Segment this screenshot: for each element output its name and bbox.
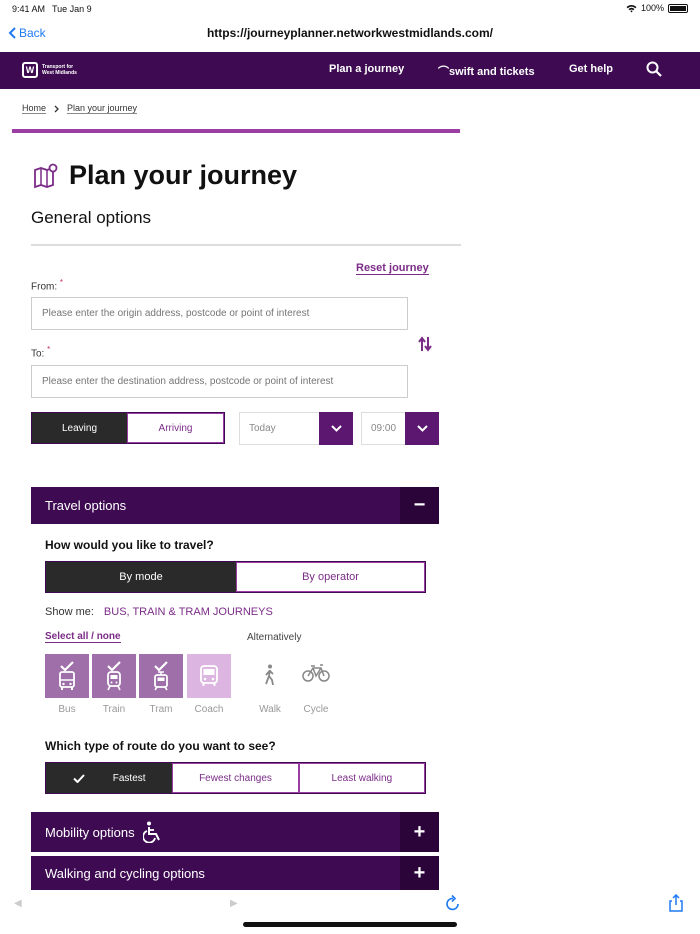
nav-swift-tickets[interactable]: ⌒swift and tickets [438,63,535,79]
bus-icon [59,671,75,690]
browser-forward-icon[interactable]: ▶ [230,898,238,909]
expand-icon[interactable]: + [400,856,439,890]
status-bar: 9:41 AM Tue Jan 9 100% [0,0,700,18]
chevron-right-icon [54,105,59,112]
mode-label-train: Train [102,704,126,715]
leaving-option[interactable]: Leaving [32,413,127,443]
mode-label-tram: Tram [149,704,173,715]
map-pin-icon [34,163,58,188]
show-me-row: Show me: BUS, TRAIN & TRAM JOURNEYS [45,606,273,618]
breadcrumb-current[interactable]: Plan your journey [67,103,138,114]
alternatively-label: Alternatively [247,632,302,643]
home-indicator [243,922,457,927]
logo[interactable]: W Transport for West Midlands [22,62,77,78]
wheelchair-icon [142,821,160,843]
browser-back-icon[interactable]: ◀ [14,898,22,909]
reload-icon[interactable] [445,894,461,912]
mode-tile-train[interactable] [92,654,136,698]
reset-journey-link[interactable]: Reset journey [356,262,429,275]
destination-input[interactable] [31,365,408,398]
mode-operator-toggle: By mode By operator [45,561,426,593]
time-select[interactable]: 09:00 [361,412,439,445]
nav-plan-journey[interactable]: Plan a journey [329,63,404,75]
status-right: 100% [626,3,688,13]
chevron-down-icon [405,412,439,445]
tram-icon [154,671,168,691]
by-operator-option[interactable]: By operator [236,562,425,592]
to-label: To: * [31,345,51,360]
day-value: Today [249,423,276,434]
bicycle-icon [302,664,330,682]
battery-percent: 100% [640,3,664,13]
coach-icon [200,665,218,686]
top-nav: W Transport for West Midlands Plan a jou… [0,52,700,89]
arriving-option[interactable]: Arriving [127,413,224,443]
page-header: Plan your journey [33,160,297,191]
mobility-options-title: Mobility options [31,821,400,843]
route-fewest-changes[interactable]: Fewest changes [172,763,299,793]
walking-cycling-options-title: Walking and cycling options [45,865,205,881]
cycle-option[interactable] [301,664,331,688]
walking-cycling-options-header[interactable]: Walking and cycling options + [31,856,439,890]
route-question: Which type of route do you want to see? [45,739,276,753]
mode-tile-bus[interactable] [45,654,89,698]
mode-label-bus: Bus [58,704,76,715]
section-divider [31,244,461,246]
alt-label-cycle: Cycle [303,704,329,715]
divider [12,129,460,133]
nav-get-help[interactable]: Get help [569,63,613,75]
alt-label-walk: Walk [259,704,281,715]
checkmark-icon [60,661,74,671]
checkmark-icon [107,661,121,671]
breadcrumb: Home Plan your journey [22,103,138,114]
from-label: From: * [31,278,64,293]
day-select[interactable]: Today [239,412,353,445]
logo-mark-icon: W [22,62,38,78]
route-fastest[interactable]: Fastest [46,763,173,793]
breadcrumb-home[interactable]: Home [22,103,47,114]
show-me-label: Show me: [45,606,94,618]
checkmark-icon [154,661,168,671]
battery-icon [668,3,688,13]
mobility-options-header[interactable]: Mobility options + [31,812,439,852]
page-title: Plan your journey [69,160,298,190]
leaving-arriving-toggle: Leaving Arriving [31,412,225,444]
status-date: Tue Jan 9 [52,4,92,14]
walk-option[interactable] [255,664,285,688]
route-type-toggle: Fastest Fewest changes Least walking [45,762,426,794]
train-icon [107,671,121,691]
travel-question: How would you like to travel? [45,538,214,552]
mode-tile-tram[interactable] [139,654,183,698]
wifi-icon [626,4,637,12]
walk-icon [265,664,274,686]
time-value: 09:00 [371,423,397,434]
browser-bar: Back https://journeyplanner.networkwestm… [0,18,700,52]
swap-icon[interactable] [418,336,432,352]
chevron-down-icon [319,412,353,445]
origin-input[interactable] [31,297,408,330]
search-icon[interactable] [646,61,662,77]
status-time: 9:41 AM [12,4,46,14]
expand-icon[interactable]: + [400,812,439,852]
share-icon[interactable] [668,894,684,912]
collapse-icon[interactable]: − [400,487,439,524]
select-all-link[interactable]: Select all / none [45,631,121,643]
section-title: General options [31,208,152,227]
logo-text: Transport for West Midlands [42,64,77,76]
travel-options-title: Travel options [45,498,127,513]
url-bar[interactable]: https://journeyplanner.networkwestmidlan… [0,26,700,40]
checkmark-icon [73,773,85,783]
mode-tile-coach[interactable] [187,654,231,698]
show-me-value: BUS, TRAIN & TRAM JOURNEYS [103,606,273,618]
travel-options-header[interactable]: Travel options − [31,487,439,524]
mode-label-coach: Coach [194,704,224,715]
route-least-walking[interactable]: Least walking [298,763,426,793]
by-mode-option[interactable]: By mode [46,562,236,592]
